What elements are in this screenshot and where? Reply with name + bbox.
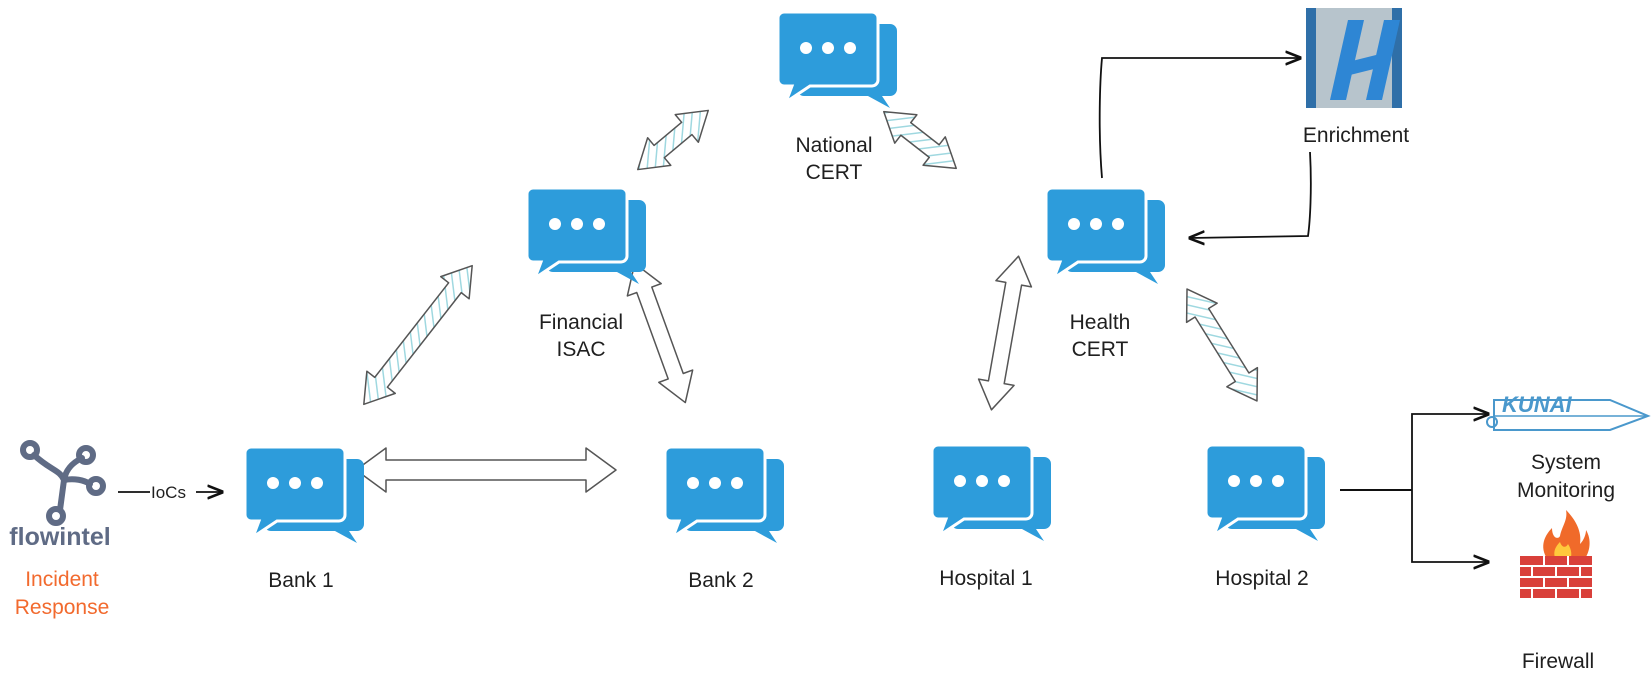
arrow-financial-national <box>637 109 709 171</box>
arrow-bank1-bank2 <box>355 447 617 493</box>
node-label: Enrichment <box>1303 124 1409 147</box>
arrow-financial-bank2 <box>626 262 694 404</box>
edge-to-system-monitoring <box>1411 414 1488 490</box>
edge-iocs-label: IoCs <box>151 483 186 502</box>
sharing-network-diagram: IoCs National CERT Financial ISAC Health… <box>9 8 1651 673</box>
node-bank1[interactable]: Bank 1 <box>243 445 366 592</box>
chat-bubbles-icon <box>243 445 366 545</box>
node-label-line1: System <box>1531 451 1601 474</box>
edge-enrichment-to-health <box>1190 151 1312 238</box>
node-label: Hospital 1 <box>939 567 1032 590</box>
node-label: Hospital 2 <box>1215 567 1308 590</box>
kunai-wordmark: KUNAI <box>1502 392 1573 417</box>
node-label: Bank 2 <box>688 569 753 592</box>
node-label-line2: Monitoring <box>1517 479 1615 502</box>
flowintel-logo-icon <box>20 440 106 526</box>
node-enrichment[interactable]: Enrichment <box>1303 8 1409 147</box>
arrow-bank1-financial <box>363 264 473 406</box>
node-label-line1: Incident <box>25 568 99 591</box>
node-label-line2: CERT <box>806 161 863 184</box>
hive-h-logo-icon <box>1306 8 1402 108</box>
node-label-line1: Financial <box>539 311 623 334</box>
arrow-health-hospital1 <box>977 255 1033 411</box>
edge-health-to-enrichment <box>1098 58 1300 179</box>
kunai-logo-icon: KUNAI <box>1486 392 1651 431</box>
edge-to-firewall <box>1411 490 1488 562</box>
flowintel-wordmark: flowintel <box>9 523 110 551</box>
node-label-line1: Health <box>1070 311 1131 334</box>
chat-bubbles-icon <box>776 10 899 110</box>
node-flowintel[interactable]: flowintel Incident Response <box>9 440 111 619</box>
node-label-line2: ISAC <box>556 338 605 361</box>
chat-bubbles-icon <box>930 443 1053 543</box>
node-bank2[interactable]: Bank 2 <box>663 445 786 592</box>
chat-bubbles-icon <box>1044 186 1167 286</box>
node-label-line2: Response <box>15 596 110 619</box>
node-national-cert[interactable]: National CERT <box>776 10 899 184</box>
node-label: Firewall <box>1522 650 1594 673</box>
chat-bubbles-icon <box>1204 443 1327 543</box>
node-health-cert[interactable]: Health CERT <box>1044 186 1167 361</box>
node-hospital2[interactable]: Hospital 2 <box>1204 443 1327 590</box>
node-label: Bank 1 <box>268 569 333 592</box>
node-system-monitoring[interactable]: KUNAI System Monitoring <box>1486 392 1651 502</box>
node-financial-isac[interactable]: Financial ISAC <box>525 186 648 361</box>
node-label-line2: CERT <box>1072 338 1129 361</box>
chat-bubbles-icon <box>525 186 648 286</box>
firewall-icon <box>1520 510 1592 598</box>
node-hospital1[interactable]: Hospital 1 <box>930 443 1053 590</box>
arrow-national-health <box>883 110 957 170</box>
node-label-line1: National <box>795 134 872 157</box>
node-firewall[interactable]: Firewall <box>1520 510 1594 673</box>
arrow-health-hospital2 <box>1185 288 1259 402</box>
chat-bubbles-icon <box>663 445 786 545</box>
